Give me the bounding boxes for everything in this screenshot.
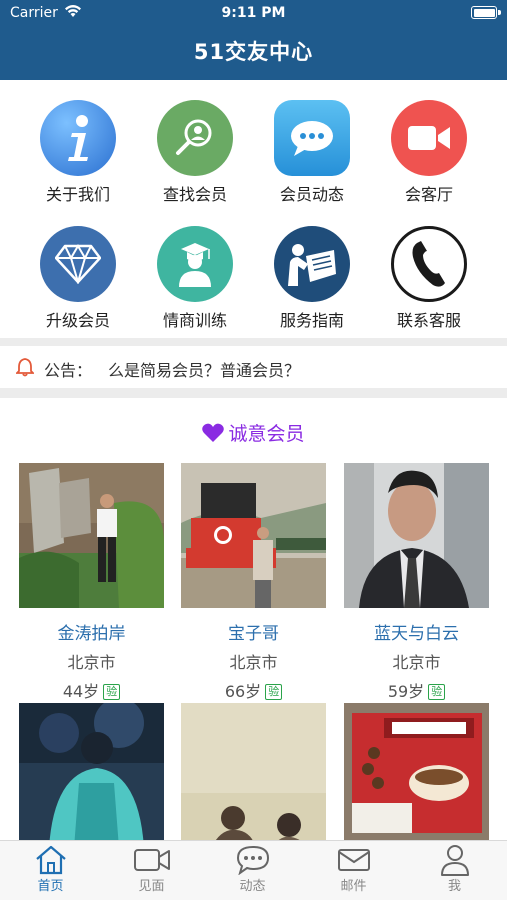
top-bar: Carrier 9:11 PM 51交友中心 (0, 0, 507, 80)
menu-label: 升级会员 (45, 311, 110, 330)
menu-label: 查找会员 (162, 185, 227, 204)
tab-label: 我 (447, 879, 461, 894)
phone-icon (391, 226, 467, 302)
menu-item-lounge[interactable]: 会客厅 (374, 90, 484, 205)
verified-badge: 验 (103, 684, 121, 700)
member-name[interactable]: 蓝天与白云 (344, 619, 489, 644)
user-icon (404, 841, 505, 876)
reading-person-icon (274, 226, 350, 302)
feature-menu: 关于我们 查找会员 会员动态 会客厅 升级会员 情商训练 服务指南 联系客服 (0, 90, 507, 340)
member-card[interactable]: 蓝天与白云 北京市 59岁验 (344, 463, 489, 702)
home-icon (0, 841, 101, 875)
member-card[interactable] (181, 703, 326, 848)
member-photo[interactable] (19, 463, 164, 608)
verified-badge: 验 (428, 684, 446, 700)
member-name[interactable]: 金涛拍岸 (19, 619, 164, 644)
member-name[interactable]: 宝子哥 (181, 619, 326, 644)
tab-label: 见面 (138, 879, 165, 894)
video-camera-icon (391, 100, 467, 176)
member-photo[interactable] (181, 463, 326, 608)
member-card[interactable] (344, 703, 489, 848)
member-city: 北京市 (67, 653, 116, 672)
member-city: 北京市 (392, 653, 441, 672)
menu-label: 关于我们 (45, 185, 110, 204)
menu-item-upgrade[interactable]: 升级会员 (23, 216, 133, 331)
member-photo[interactable] (19, 703, 164, 848)
chat-bubble-icon (274, 100, 350, 176)
menu-label: 会员动态 (279, 185, 344, 204)
page-title: 51交友中心 (193, 40, 314, 64)
member-photo[interactable] (344, 703, 489, 848)
chat-icon (202, 841, 303, 875)
announcement-text: 么是简易会员？普通会员？ (108, 361, 301, 380)
section-title-text: 诚意会员 (228, 423, 305, 445)
graduate-icon (157, 226, 233, 302)
tab-label: 邮件 (340, 879, 367, 894)
mail-icon (303, 841, 404, 875)
search-user-icon (157, 100, 233, 176)
menu-item-contact-support[interactable]: 联系客服 (374, 216, 484, 331)
video-icon (101, 841, 202, 875)
announcement-bar[interactable]: 公告： 么是简易会员？普通会员？ (0, 346, 507, 388)
member-age: 44岁 (62, 682, 100, 701)
member-meta: 66岁验 (181, 678, 326, 702)
menu-label: 联系客服 (396, 311, 461, 330)
tab-home[interactable]: 首页 (0, 841, 101, 900)
menu-item-member-feed[interactable]: 会员动态 (257, 90, 367, 205)
section-title: 诚意会员 (0, 419, 507, 446)
member-city: 北京市 (229, 653, 278, 672)
tab-me[interactable]: 我 (404, 841, 505, 900)
member-card[interactable] (19, 703, 164, 848)
diamond-icon (40, 226, 116, 302)
menu-label: 会客厅 (404, 185, 453, 204)
info-icon (40, 100, 116, 176)
bell-icon (14, 357, 36, 381)
member-photo[interactable] (181, 703, 326, 848)
divider (0, 388, 507, 398)
announcement-label: 公告： (44, 361, 93, 380)
verified-badge: 验 (265, 684, 283, 700)
battery-icon (471, 6, 501, 19)
status-bar: Carrier 9:11 PM (0, 0, 507, 28)
menu-item-about[interactable]: 关于我们 (23, 90, 133, 205)
menu-item-service-guide[interactable]: 服务指南 (257, 216, 367, 331)
member-meta: 44岁验 (19, 678, 164, 702)
heart-icon (202, 423, 225, 442)
member-age: 66岁 (224, 682, 262, 701)
tab-bar: 首页 见面 动态 邮件 我 (0, 840, 507, 900)
tab-label: 首页 (37, 879, 64, 894)
member-card[interactable]: 金涛拍岸 北京市 44岁验 (19, 463, 164, 702)
menu-item-eq-training[interactable]: 情商训练 (140, 216, 250, 331)
member-photo[interactable] (344, 463, 489, 608)
member-meta: 59岁验 (344, 678, 489, 702)
tab-mail[interactable]: 邮件 (303, 841, 404, 900)
status-time: 9:11 PM (221, 5, 286, 21)
member-age: 59岁 (387, 682, 425, 701)
tab-feed[interactable]: 动态 (202, 841, 303, 900)
tab-meet[interactable]: 见面 (101, 841, 202, 900)
menu-label: 服务指南 (279, 311, 344, 330)
member-card[interactable]: 宝子哥 北京市 66岁验 (181, 463, 326, 702)
menu-item-find-members[interactable]: 查找会员 (140, 90, 250, 205)
menu-label: 情商训练 (162, 311, 227, 330)
tab-label: 动态 (239, 879, 266, 894)
divider (0, 338, 507, 346)
